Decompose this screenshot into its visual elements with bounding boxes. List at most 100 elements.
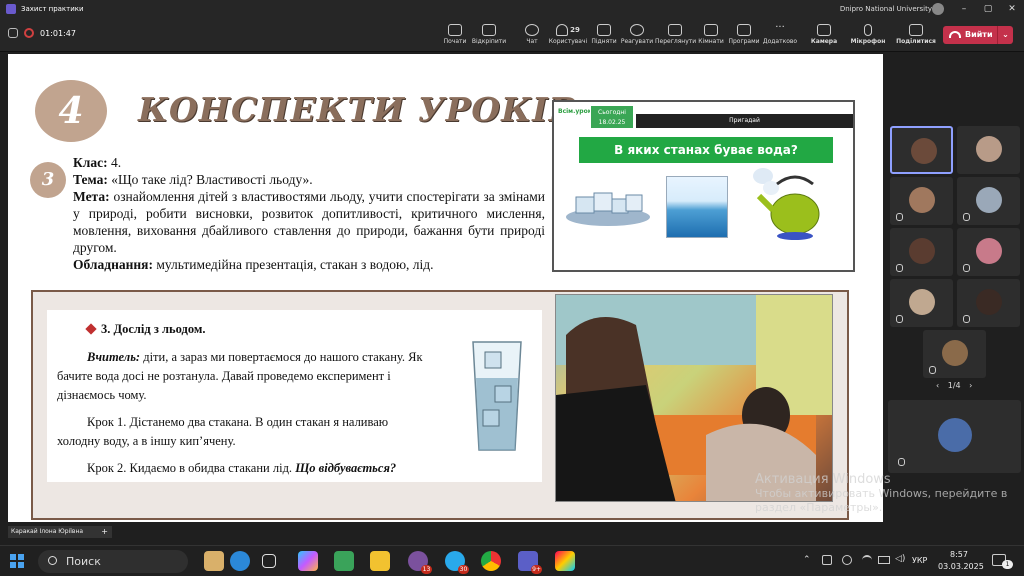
avatar	[909, 289, 935, 315]
experiment-frame: 3. Дослід з льодом. Вчитель: діти, а зар…	[31, 290, 849, 520]
avatar	[909, 238, 935, 264]
participant-tile[interactable]	[957, 279, 1020, 327]
ice-cubes-image	[566, 192, 650, 226]
search-icon	[48, 556, 57, 565]
meeting-timer: 01:01:47	[40, 28, 76, 38]
gallery-page-indicator: 1/4	[947, 381, 961, 390]
camera-off-icon	[817, 24, 831, 36]
app-icon[interactable]	[555, 551, 575, 571]
mic-off-icon	[896, 264, 903, 272]
teams-icon[interactable]: 9+	[518, 551, 542, 574]
battery-icon[interactable]	[878, 556, 890, 564]
avatar	[909, 187, 935, 213]
mic-off-icon	[963, 264, 970, 272]
gallery-prev-button[interactable]: ‹	[936, 381, 939, 390]
viber-icon[interactable]: 13	[408, 551, 432, 574]
recording-icon	[24, 28, 34, 38]
meet-now-icon[interactable]	[822, 555, 832, 565]
chrome-icon[interactable]	[481, 551, 501, 571]
taskbar-clock[interactable]: 8:57 03.03.2025	[938, 549, 984, 573]
recall-bar: Пригадай	[636, 114, 853, 128]
windows-start-icon[interactable]	[10, 554, 24, 568]
participant-tile[interactable]	[890, 126, 953, 174]
raise-hand-icon	[597, 24, 611, 36]
telegram-icon[interactable]: 30	[445, 551, 469, 574]
date-badge: Сьогодні 18.02.25	[590, 105, 634, 129]
participant-tile[interactable]	[957, 177, 1020, 225]
maximize-button[interactable]: ▢	[976, 0, 1000, 18]
notifications-icon[interactable]: 1	[992, 554, 1013, 569]
experiment-text: Вчитель: діти, а зараз ми повертаємося д…	[57, 350, 423, 475]
pin-icon	[85, 323, 97, 335]
shared-screen: 4 КОНСПЕКТИ УРОКІВ 3 Клас: 4. Тема: «Що …	[8, 54, 883, 522]
lesson-slide-thumbnail: Всім.урок Сьогодні 18.02.25 Пригадай В як…	[552, 100, 855, 272]
unpin-button[interactable]: Відкріпити	[469, 22, 509, 50]
wifi-icon[interactable]	[862, 555, 872, 565]
avatar	[938, 418, 972, 452]
participant-tile[interactable]	[957, 126, 1020, 174]
leave-button[interactable]: Вийти ⌄	[943, 26, 1013, 44]
volume-icon[interactable]: ◁)	[895, 554, 905, 564]
share-icon	[909, 24, 923, 36]
account-avatar[interactable]	[932, 3, 944, 15]
input-language[interactable]: УКР	[912, 556, 927, 565]
glass-with-ice-image	[472, 341, 522, 451]
task-view-icon[interactable]	[262, 554, 276, 568]
view-button[interactable]: Переглянути	[655, 22, 696, 50]
chat-button[interactable]: Чат	[512, 22, 552, 50]
minimize-button[interactable]: –	[952, 0, 976, 18]
avatar	[976, 136, 1002, 162]
camera-button[interactable]: Камера	[804, 22, 844, 50]
people-button[interactable]: 29 Користувачі	[548, 22, 588, 50]
mic-off-icon	[963, 213, 970, 221]
phone-icon	[949, 31, 961, 38]
presenter-name-chip: Каракай Ілона Юріївна +	[8, 526, 112, 538]
shield-icon	[8, 28, 18, 38]
unpin-icon	[482, 24, 496, 36]
react-icon	[630, 24, 644, 36]
more-icon: ···	[775, 22, 785, 33]
share-button[interactable]: Поділитися	[896, 22, 936, 50]
apps-button[interactable]: Програми	[724, 22, 764, 50]
onedrive-icon[interactable]	[842, 555, 852, 565]
add-icon[interactable]: +	[101, 526, 108, 538]
close-button[interactable]: ✕	[1000, 0, 1024, 18]
org-name: Dnipro National University	[839, 5, 932, 13]
experiment-card: 3. Дослід з льодом. Вчитель: діти, а зар…	[47, 310, 542, 482]
copilot-icon[interactable]	[298, 551, 318, 571]
react-button[interactable]: Реагувати	[617, 22, 657, 50]
widgets-icon[interactable]	[204, 551, 224, 571]
water-states-question: В яких станах буває вода?	[579, 137, 833, 163]
window-titlebar: Захист практики Dnipro National Universi…	[0, 0, 1024, 18]
participant-tile[interactable]	[890, 279, 953, 327]
experiment-title: 3. Дослід з льодом.	[85, 320, 205, 339]
more-button[interactable]: ··· Додатково	[760, 22, 800, 50]
weather-icon[interactable]	[230, 551, 250, 571]
file-explorer-icon[interactable]	[370, 551, 390, 571]
classroom-photo-drawing	[556, 295, 832, 501]
participant-tile[interactable]	[890, 177, 953, 225]
apps-icon	[737, 24, 751, 36]
chat-icon	[525, 24, 539, 36]
water-image	[666, 176, 728, 238]
avatar	[911, 138, 937, 164]
classroom-photo	[555, 294, 833, 502]
microphone-button[interactable]: Мікрофон	[848, 22, 888, 50]
leave-options-chevron-icon[interactable]: ⌄	[997, 26, 1013, 44]
taskbar-search[interactable]: Поиск	[38, 550, 188, 573]
self-view-tile[interactable]	[888, 400, 1021, 473]
rooms-icon	[704, 24, 718, 36]
gallery-next-button[interactable]: ›	[969, 381, 972, 390]
participant-tile[interactable]	[890, 228, 953, 276]
mic-off-icon	[963, 315, 970, 323]
windows-activation-watermark: Активация Windows Чтобы активировать Win…	[755, 472, 1008, 515]
windows-taskbar: Поиск 13 30 9+ ⌃ ◁) УКР 8:57 03.03.2025 …	[0, 545, 1024, 576]
section-number-badge: 4	[35, 80, 107, 142]
mic-off-icon	[898, 458, 905, 466]
subsection-number-badge: 3	[30, 162, 66, 198]
tray-chevron-icon[interactable]: ⌃	[803, 555, 811, 565]
calculator-icon[interactable]	[334, 551, 354, 571]
mic-off-icon	[929, 366, 936, 374]
participant-tile[interactable]	[923, 330, 986, 378]
participant-tile[interactable]	[957, 228, 1020, 276]
